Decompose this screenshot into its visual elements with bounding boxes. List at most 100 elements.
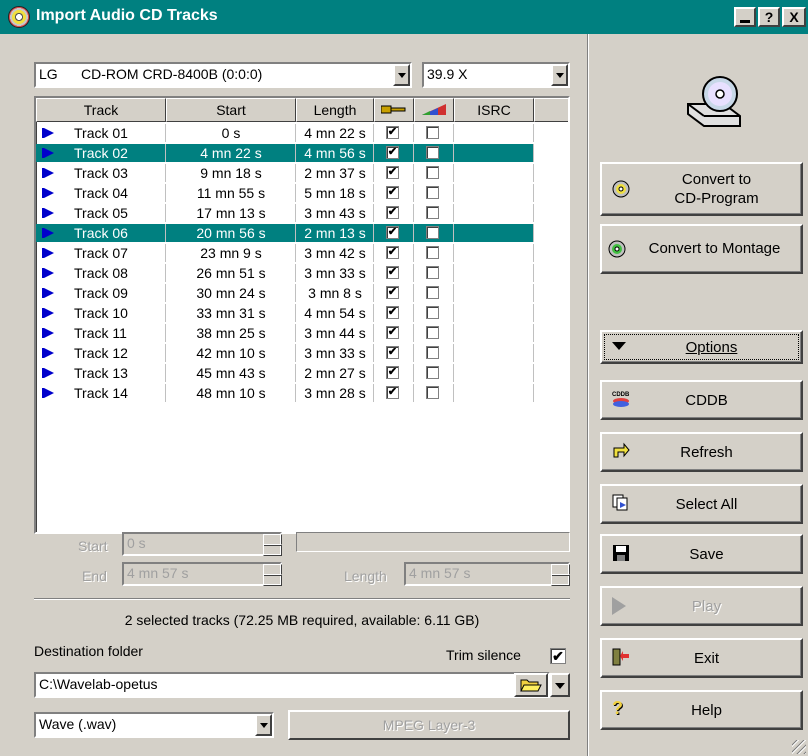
table-row[interactable]: Track 05 17 mn 13 s 3 mn 43 s ✔ (36, 204, 534, 222)
drive-select[interactable]: LG CD-ROM CRD-8400B (0:0:0) (34, 62, 412, 88)
track-include-checkbox[interactable]: ✔ (386, 146, 399, 159)
cd-drive-icon (687, 76, 741, 127)
table-row[interactable]: Track 04 11 mn 55 s 5 mn 18 s ✔ (36, 184, 534, 202)
start-spinner[interactable] (263, 534, 282, 556)
convert-to-montage-button[interactable]: Convert to Montage (600, 224, 803, 274)
help-button[interactable]: ? Help (600, 690, 803, 730)
refresh-button[interactable]: Refresh (600, 432, 803, 472)
column-divider (165, 324, 166, 342)
resize-grip[interactable] (792, 740, 806, 754)
column-divider (413, 144, 414, 162)
format-select[interactable]: Wave (.wav) (34, 712, 274, 738)
minimize-button[interactable] (734, 7, 756, 27)
column-divider (413, 164, 414, 182)
column-header-track[interactable]: Track (36, 98, 166, 122)
track-length: 2 mn 37 s (304, 165, 366, 181)
table-row[interactable]: Track 03 9 mn 18 s 2 mn 37 s ✔ (36, 164, 534, 182)
destination-input[interactable]: C:\Wavelab-opetus (34, 672, 550, 698)
table-row[interactable]: Track 13 45 mn 43 s 2 mn 27 s ✔ (36, 364, 534, 382)
convert-to-cd-program-button[interactable]: Convert to CD-Program (600, 162, 803, 216)
track-emphasis-checkbox[interactable] (426, 146, 439, 159)
table-row[interactable]: Track 01 0 s 4 mn 22 s ✔ (36, 124, 534, 142)
speed-select[interactable]: 39.9 X (422, 62, 570, 88)
track-include-checkbox[interactable]: ✔ (386, 386, 399, 399)
track-include-checkbox[interactable]: ✔ (386, 186, 399, 199)
column-header-color[interactable] (414, 98, 454, 122)
chevron-down-icon[interactable] (551, 64, 568, 86)
track-include-checkbox[interactable]: ✔ (386, 346, 399, 359)
table-row[interactable]: Track 07 23 mn 9 s 3 mn 42 s ✔ (36, 244, 534, 262)
select-all-button[interactable]: Select All (600, 484, 803, 524)
table-row[interactable]: Track 10 33 mn 31 s 4 mn 54 s ✔ (36, 304, 534, 322)
track-include-checkbox[interactable]: ✔ (386, 126, 399, 139)
column-divider (453, 144, 454, 162)
track-emphasis-checkbox[interactable] (426, 186, 439, 199)
start-value: 0 s (127, 535, 146, 551)
length-field[interactable]: 4 mn 57 s (404, 562, 570, 586)
save-button[interactable]: Save (600, 534, 803, 574)
chevron-down-icon[interactable] (255, 714, 272, 736)
cddb-button[interactable]: CDDB CDDB (600, 380, 803, 420)
trim-silence-checkbox[interactable]: ✔ (550, 648, 566, 664)
help-title-button[interactable]: ? (758, 7, 780, 27)
title-bar[interactable]: Import Audio CD Tracks ? X (0, 0, 808, 34)
table-row[interactable]: Track 06 20 mn 56 s 2 mn 13 s ✔ (36, 224, 534, 242)
track-include-checkbox[interactable]: ✔ (386, 306, 399, 319)
track-emphasis-checkbox[interactable] (426, 166, 439, 179)
column-header-start[interactable]: Start (166, 98, 296, 122)
column-header-isrc[interactable]: ISRC (454, 98, 534, 122)
track-include-checkbox[interactable]: ✔ (386, 266, 399, 279)
destination-history-button[interactable] (550, 673, 570, 697)
track-include-checkbox[interactable]: ✔ (386, 246, 399, 259)
play-button[interactable]: Play (600, 586, 803, 626)
table-row[interactable]: Track 08 26 mn 51 s 3 mn 33 s ✔ (36, 264, 534, 282)
browse-folder-button[interactable] (514, 673, 548, 697)
cd-icon (608, 240, 626, 258)
track-start: 42 mn 10 s (196, 345, 266, 361)
track-include-checkbox[interactable]: ✔ (386, 206, 399, 219)
track-emphasis-checkbox[interactable] (426, 346, 439, 359)
track-emphasis-checkbox[interactable] (426, 206, 439, 219)
table-row[interactable]: Track 02 4 mn 22 s 4 mn 56 s ✔ (36, 144, 534, 162)
column-divider (295, 364, 296, 382)
track-include-checkbox[interactable]: ✔ (386, 166, 399, 179)
table-row[interactable]: Track 14 48 mn 10 s 3 mn 28 s ✔ (36, 384, 534, 402)
track-name: Track 13 (74, 365, 128, 381)
end-field[interactable]: 4 mn 57 s (122, 562, 282, 586)
close-button[interactable]: X (782, 7, 806, 27)
table-row[interactable]: Track 09 30 mn 24 s 3 mn 8 s ✔ (36, 284, 534, 302)
table-row[interactable]: Track 11 38 mn 25 s 3 mn 44 s ✔ (36, 324, 534, 342)
column-divider (453, 224, 454, 242)
length-spinner[interactable] (551, 564, 570, 586)
track-emphasis-checkbox[interactable] (426, 366, 439, 379)
track-emphasis-checkbox[interactable] (426, 126, 439, 139)
track-include-checkbox[interactable]: ✔ (386, 286, 399, 299)
track-emphasis-checkbox[interactable] (426, 386, 439, 399)
track-emphasis-checkbox[interactable] (426, 306, 439, 319)
end-spinner[interactable] (263, 564, 282, 586)
track-emphasis-checkbox[interactable] (426, 326, 439, 339)
track-emphasis-checkbox[interactable] (426, 226, 439, 239)
track-length: 3 mn 43 s (304, 205, 366, 221)
column-divider (533, 164, 534, 182)
column-divider (413, 304, 414, 322)
start-field[interactable]: 0 s (122, 532, 282, 556)
minimize-icon (740, 20, 750, 23)
column-divider (533, 124, 534, 142)
mpeg-layer3-button[interactable]: MPEG Layer-3 (288, 710, 570, 740)
track-emphasis-checkbox[interactable] (426, 266, 439, 279)
options-button[interactable]: Options (600, 330, 803, 364)
column-header-key[interactable] (374, 98, 414, 122)
table-row[interactable]: Track 12 42 mn 10 s 3 mn 33 s ✔ (36, 344, 534, 362)
column-divider (295, 164, 296, 182)
exit-button[interactable]: Exit (600, 638, 803, 678)
track-include-checkbox[interactable]: ✔ (386, 326, 399, 339)
track-emphasis-checkbox[interactable] (426, 286, 439, 299)
track-emphasis-checkbox[interactable] (426, 246, 439, 259)
track-include-checkbox[interactable]: ✔ (386, 226, 399, 239)
column-header-length[interactable]: Length (296, 98, 374, 122)
track-include-checkbox[interactable]: ✔ (386, 366, 399, 379)
track-list[interactable]: Track Start Length ISRC Track 01 0 s 4 mn … (34, 96, 570, 534)
column-divider (533, 324, 534, 342)
chevron-down-icon[interactable] (393, 64, 410, 86)
